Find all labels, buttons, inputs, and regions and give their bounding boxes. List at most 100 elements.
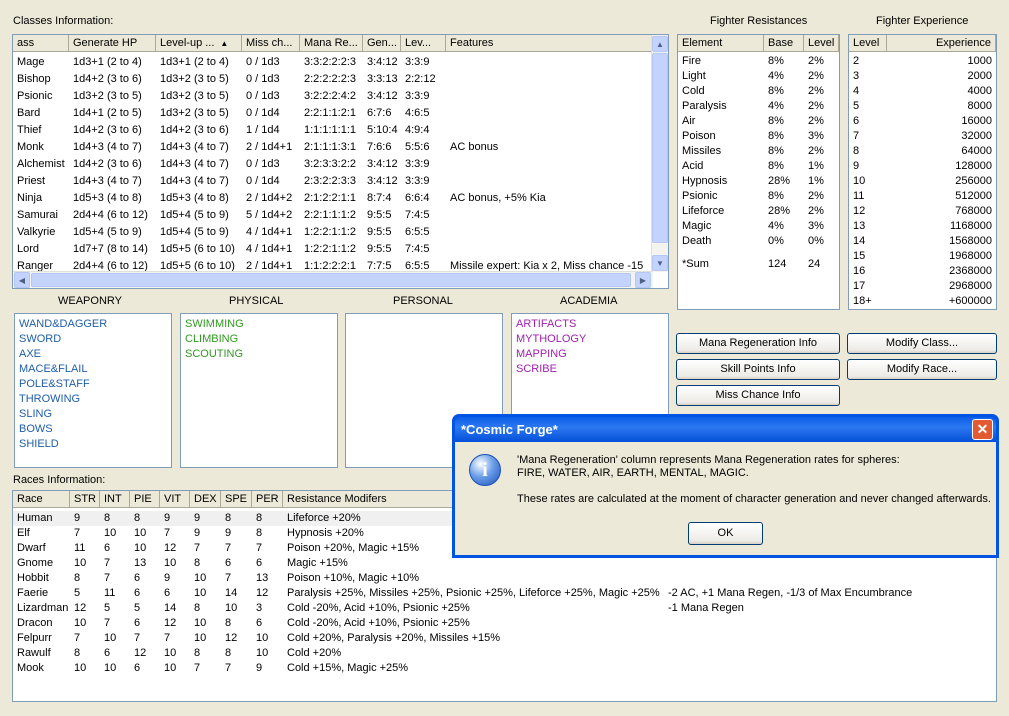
exp-row[interactable]: 5 8000	[849, 99, 996, 114]
resistance-table[interactable]: Element Base Level Fire 8% 2% Light 4% 2% Cold 8%…	[677, 34, 840, 310]
column-header[interactable]: Element	[678, 35, 764, 51]
column-header[interactable]: DEX	[190, 491, 221, 507]
column-header[interactable]: Level-up ... ▲	[156, 35, 242, 51]
exp-row[interactable]: 11 512000	[849, 189, 996, 204]
skill-item[interactable]: MAPPING	[516, 347, 664, 362]
experience-table[interactable]: Level Experience 2 1000 3 2000 4 4000 5 8000 6 160…	[848, 34, 997, 310]
column-header[interactable]: Mana Re...	[300, 35, 363, 51]
skill-item[interactable]: SWORD	[19, 332, 167, 347]
column-header[interactable]: Features	[446, 35, 653, 51]
column-header[interactable]: PER	[252, 491, 283, 507]
scroll-down-icon[interactable]: ▼	[652, 255, 668, 271]
scroll-thumb[interactable]	[652, 53, 668, 243]
column-header[interactable]: Lev...	[401, 35, 446, 51]
modify-class-button[interactable]: Modify Class...	[847, 333, 997, 354]
class-row[interactable]: Bishop 1d4+2 (3 to 6) 1d3+2 (3 to 5) 0 / 1d…	[13, 71, 653, 88]
hscroll-thumb[interactable]	[31, 273, 631, 287]
resist-row[interactable]: Cold 8% 2%	[678, 84, 839, 99]
column-header[interactable]: Gen...	[363, 35, 401, 51]
resist-row[interactable]: Death 0% 0%	[678, 234, 839, 249]
column-header[interactable]: SPE	[221, 491, 252, 507]
skill-item[interactable]: SCRIBE	[516, 362, 664, 377]
exp-row[interactable]: 15 1968000	[849, 249, 996, 264]
class-row[interactable]: Valkyrie 1d5+4 (5 to 9) 1d5+4 (5 to 9) 4 / …	[13, 224, 653, 241]
race-row[interactable]: Rawulf 8 6 12 10 8 8 10 Cold +20%	[13, 646, 996, 661]
miss-chance-info-button[interactable]: Miss Chance Info	[676, 385, 840, 406]
skill-item[interactable]: SLING	[19, 407, 167, 422]
race-row[interactable]: Faerie 5 11 6 6 10 14 12 Paralysis +25%, Missile…	[13, 586, 996, 601]
resist-row[interactable]: Paralysis 4% 2%	[678, 99, 839, 114]
classes-vscroll[interactable]: ▲ ▼	[651, 35, 668, 272]
skill-item[interactable]: SCOUTING	[185, 347, 333, 362]
scroll-up-icon[interactable]: ▲	[652, 36, 668, 52]
skill-points-info-button[interactable]: Skill Points Info	[676, 359, 840, 380]
exp-row[interactable]: 6 16000	[849, 114, 996, 129]
exp-row[interactable]: 9 128000	[849, 159, 996, 174]
exp-row[interactable]: 17 2968000	[849, 279, 996, 294]
class-row[interactable]: Priest 1d4+3 (4 to 7) 1d4+3 (4 to 7) 0 / 1d…	[13, 173, 653, 190]
skill-item[interactable]: SWIMMING	[185, 317, 333, 332]
class-row[interactable]: Mage 1d3+1 (2 to 4) 1d3+1 (2 to 4) 0 / 1d3 3…	[13, 54, 653, 71]
race-row[interactable]: Dracon 10 7 6 12 10 8 6 Cold -20%, Acid +10%, Ps…	[13, 616, 996, 631]
exp-row[interactable]: 16 2368000	[849, 264, 996, 279]
exp-row[interactable]: 2 1000	[849, 54, 996, 69]
resist-row[interactable]: Missiles 8% 2%	[678, 144, 839, 159]
skill-item[interactable]: WAND&DAGGER	[19, 317, 167, 332]
resist-row[interactable]: Air 8% 2%	[678, 114, 839, 129]
column-header[interactable]: Level	[804, 35, 839, 51]
skill-item[interactable]: CLIMBING	[185, 332, 333, 347]
modify-race-button[interactable]: Modify Race...	[847, 359, 997, 380]
skill-item[interactable]: MYTHOLOGY	[516, 332, 664, 347]
skill-item[interactable]: POLE&STAFF	[19, 377, 167, 392]
column-header[interactable]: Miss ch...	[242, 35, 300, 51]
column-header[interactable]: VIT	[160, 491, 190, 507]
classes-table[interactable]: ass Generate HP Level-up ... ▲ Miss ch... Man…	[12, 34, 669, 289]
ok-button[interactable]: OK	[688, 522, 763, 545]
mana-regeneration-info-button[interactable]: Mana Regeneration Info	[676, 333, 840, 354]
exp-row[interactable]: 4 4000	[849, 84, 996, 99]
resist-row[interactable]: Poison 8% 3%	[678, 129, 839, 144]
resist-row[interactable]: Psionic 8% 2%	[678, 189, 839, 204]
class-row[interactable]: Monk 1d4+3 (4 to 7) 1d4+3 (4 to 7) 2 / 1d4+…	[13, 139, 653, 156]
class-row[interactable]: Bard 1d4+1 (2 to 5) 1d3+2 (3 to 5) 0 / 1d4 2…	[13, 105, 653, 122]
column-header[interactable]: Experience	[887, 35, 996, 51]
resist-row[interactable]: Magic 4% 3%	[678, 219, 839, 234]
column-header[interactable]: Level	[849, 35, 887, 51]
race-row[interactable]: Hobbit 8 7 6 9 10 7 13 Poison +10%, Magic +10%	[13, 571, 996, 586]
resist-row[interactable]: Acid 8% 1%	[678, 159, 839, 174]
exp-row[interactable]: 14 1568000	[849, 234, 996, 249]
exp-row[interactable]: 10 256000	[849, 174, 996, 189]
skill-item[interactable]: THROWING	[19, 392, 167, 407]
class-row[interactable]: Samurai 2d4+4 (6 to 12) 1d5+4 (5 to 9) 5 / …	[13, 207, 653, 224]
class-row[interactable]: Psionic 1d3+2 (3 to 5) 1d3+2 (3 to 5) 0 / 1…	[13, 88, 653, 105]
column-header[interactable]: PIE	[130, 491, 160, 507]
exp-row[interactable]: 8 64000	[849, 144, 996, 159]
resist-row[interactable]: Fire 8% 2%	[678, 54, 839, 69]
exp-row[interactable]: 12 768000	[849, 204, 996, 219]
physical-skill-list[interactable]: SWIMMING CLIMBING SCOUTING	[180, 313, 338, 468]
column-header[interactable]: ass	[13, 35, 69, 51]
race-row[interactable]: Gnome 10 7 13 10 8 6 6 Magic +15%	[13, 556, 996, 571]
dialog-titlebar[interactable]: *Cosmic Forge* ✕	[455, 417, 996, 442]
resist-row[interactable]: Lifeforce 28% 2%	[678, 204, 839, 219]
close-icon[interactable]: ✕	[972, 419, 993, 440]
column-header[interactable]: STR	[70, 491, 100, 507]
skill-item[interactable]: AXE	[19, 347, 167, 362]
race-row[interactable]: Mook 10 10 6 10 7 7 9 Cold +15%, Magic +25%	[13, 661, 996, 676]
scroll-left-icon[interactable]: ◀	[14, 272, 30, 288]
exp-row[interactable]: 7 32000	[849, 129, 996, 144]
classes-hscroll[interactable]: ◀ ▶	[13, 271, 653, 288]
column-header[interactable]: Base	[764, 35, 804, 51]
race-row[interactable]: Lizardman 12 5 5 14 8 10 3 Cold -20%, Acid +10%,…	[13, 601, 996, 616]
class-row[interactable]: Lord 1d7+7 (8 to 14) 1d5+5 (6 to 10) 4 / 1d…	[13, 241, 653, 258]
column-header[interactable]: Generate HP	[69, 35, 156, 51]
exp-row[interactable]: 13 1168000	[849, 219, 996, 234]
column-header[interactable]: INT	[100, 491, 130, 507]
resist-sum-row[interactable]: *Sum 124 24	[678, 257, 839, 272]
race-row[interactable]: Felpurr 7 10 7 7 10 12 10 Cold +20%, Paralysis +…	[13, 631, 996, 646]
class-row[interactable]: Thief 1d4+2 (3 to 6) 1d4+2 (3 to 6) 1 / 1d4…	[13, 122, 653, 139]
skill-item[interactable]: SHIELD	[19, 437, 167, 452]
skill-item[interactable]: MACE&FLAIL	[19, 362, 167, 377]
class-row[interactable]: Alchemist 1d4+2 (3 to 6) 1d4+3 (4 to 7) 0 /…	[13, 156, 653, 173]
class-row[interactable]: Ninja 1d5+3 (4 to 8) 1d5+3 (4 to 8) 2 / 1d4…	[13, 190, 653, 207]
